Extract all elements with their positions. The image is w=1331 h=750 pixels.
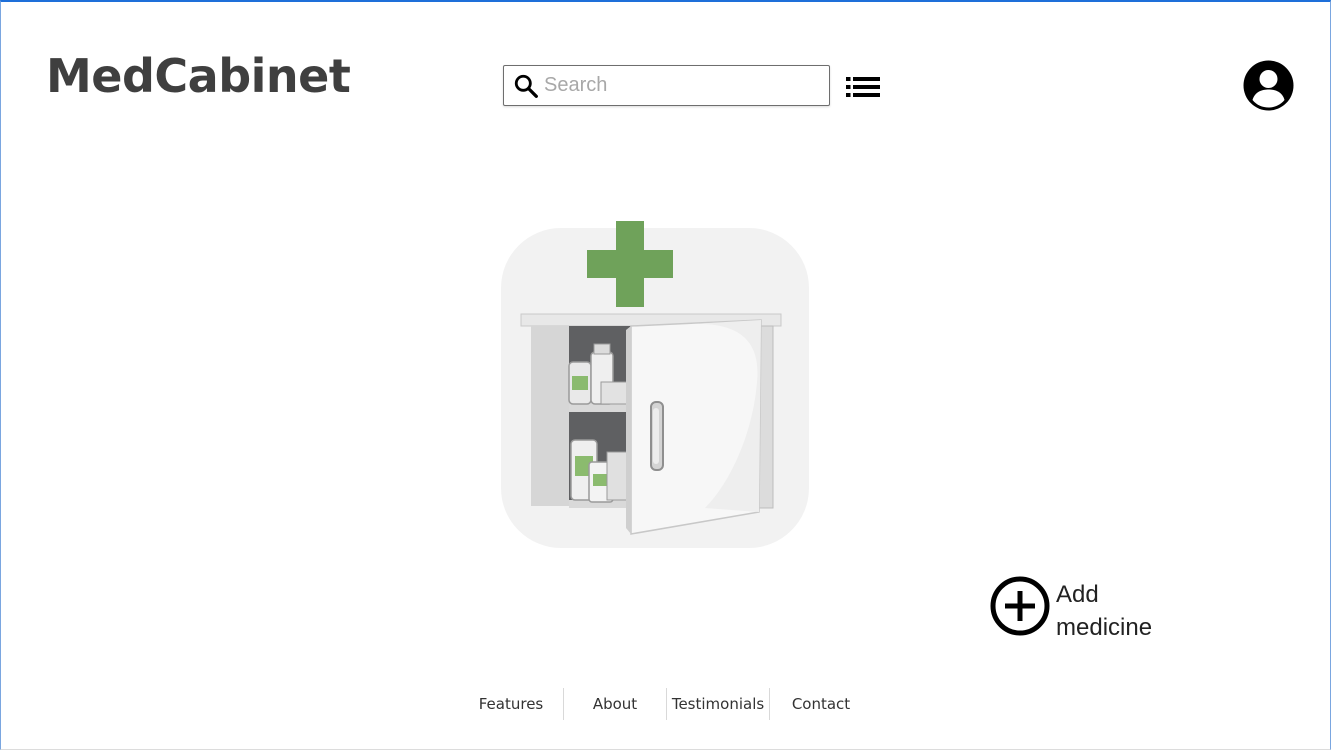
footer-link-testimonials[interactable]: Testimonials [667,688,769,720]
medicine-cabinet-illustration [501,221,809,548]
search-icon[interactable] [513,73,539,99]
footer-link-contact[interactable]: Contact [770,688,872,720]
search-input[interactable] [544,70,824,101]
add-medicine-label-line2: medicine [1056,614,1153,641]
footer-link-about[interactable]: About [564,688,666,720]
footer-nav: Features About Testimonials Contact [459,688,872,720]
footer-link-features[interactable]: Features [459,688,563,720]
add-medicine-button[interactable]: Add medicine [990,575,1180,643]
add-medicine-label-line1: Add [1056,581,1099,608]
account-circle-icon[interactable] [1243,60,1294,111]
add-circle-icon[interactable] [990,575,1051,636]
app-logo[interactable]: MedCabinet [46,46,351,106]
app-window: MedCabinet Search Add medicine Features … [0,0,1331,750]
list-icon[interactable] [845,74,881,100]
search-bar[interactable] [503,65,830,106]
add-medicine-label[interactable]: Add medicine [1056,578,1186,644]
